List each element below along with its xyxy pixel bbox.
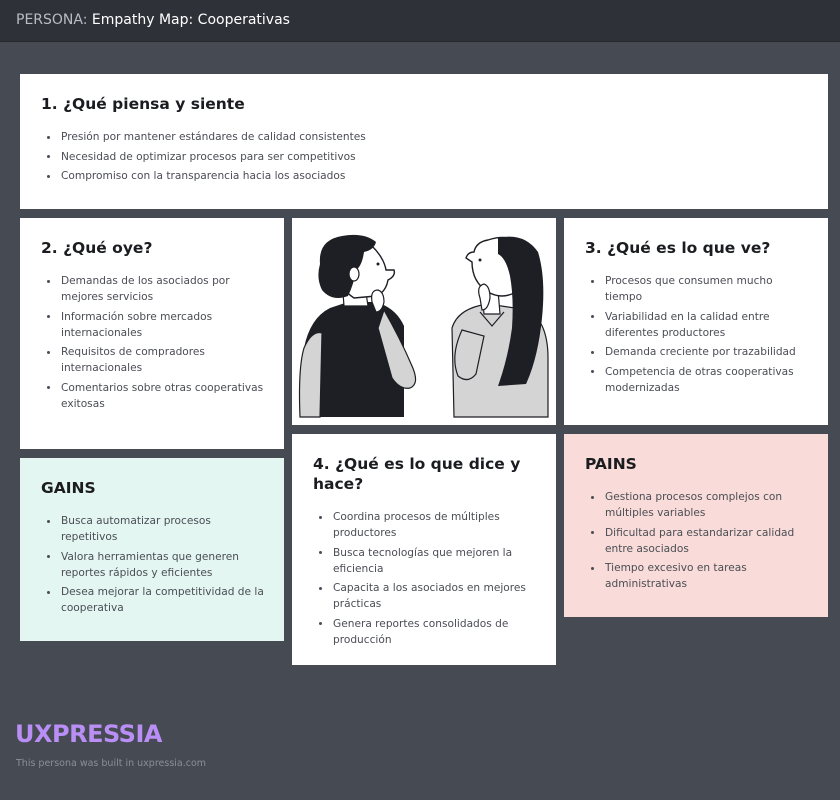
top-bar: PERSONA: Empathy Map: Cooperativas bbox=[0, 0, 840, 42]
card-gains: GAINS Busca automatizar procesos repetit… bbox=[20, 458, 284, 641]
card-title: 1. ¿Qué piensa y siente bbox=[41, 95, 245, 113]
list-item: Compromiso con la transparencia hacia lo… bbox=[41, 168, 808, 184]
card-title: GAINS bbox=[41, 479, 96, 497]
list-item: Genera reportes consolidados de producci… bbox=[313, 616, 536, 648]
list-item: Busca tecnologías que mejoren la eficien… bbox=[313, 545, 536, 577]
list-item: Competencia de otras cooperativas modern… bbox=[585, 364, 808, 396]
list-item: Tiempo excesivo en tareas administrativa… bbox=[585, 560, 808, 592]
list-item: Capacita a los asociados en mejores prác… bbox=[313, 580, 536, 612]
list-item: Demandas de los asociados por mejores se… bbox=[41, 273, 264, 305]
list-item: Necesidad de optimizar procesos para ser… bbox=[41, 149, 808, 165]
list-item: Valora herramientas que generen reportes… bbox=[41, 549, 264, 581]
two-people-thinking-illustration bbox=[298, 234, 549, 418]
card-pains: PAINS Gestiona procesos complejos con mú… bbox=[564, 434, 828, 617]
card-list: Presión por mantener estándares de calid… bbox=[41, 129, 808, 184]
list-item: Busca automatizar procesos repetitivos bbox=[41, 513, 264, 545]
card-list: Demandas de los asociados por mejores se… bbox=[41, 273, 264, 412]
list-item: Presión por mantener estándares de calid… bbox=[41, 129, 808, 145]
list-item: Desea mejorar la competitividad de la co… bbox=[41, 584, 264, 616]
card-list: Procesos que consumen mucho tiempo Varia… bbox=[585, 273, 808, 396]
card-sees: 3. ¿Qué es lo que ve? Procesos que consu… bbox=[564, 218, 828, 425]
uxpressia-logo[interactable]: UXPRESSIA bbox=[15, 720, 162, 748]
card-hears: 2. ¿Qué oye? Demandas de los asociados p… bbox=[20, 218, 284, 449]
persona-title: PERSONA: Empathy Map: Cooperativas bbox=[16, 12, 290, 28]
card-list: Gestiona procesos complejos con múltiple… bbox=[585, 489, 808, 592]
list-item: Variabilidad en la calidad entre diferen… bbox=[585, 309, 808, 341]
list-item: Procesos que consumen mucho tiempo bbox=[585, 273, 808, 305]
list-item: Comentarios sobre otras cooperativas exi… bbox=[41, 380, 264, 412]
list-item: Demanda creciente por trazabilidad bbox=[585, 344, 808, 360]
footer-note: This persona was built in uxpressia.com bbox=[16, 758, 207, 769]
card-illustration bbox=[292, 218, 556, 425]
card-thinks-feels: 1. ¿Qué piensa y siente Presión por mant… bbox=[20, 74, 828, 209]
list-item: Gestiona procesos complejos con múltiple… bbox=[585, 489, 808, 521]
card-title: 2. ¿Qué oye? bbox=[41, 239, 153, 257]
persona-name: Empathy Map: Cooperativas bbox=[91, 12, 290, 28]
card-title: PAINS bbox=[585, 455, 637, 473]
persona-prefix: PERSONA: bbox=[16, 12, 88, 28]
card-list: Coordina procesos de múltiples productor… bbox=[313, 509, 536, 648]
list-item: Requisitos de compradores internacionale… bbox=[41, 344, 264, 376]
card-list: Busca automatizar procesos repetitivos V… bbox=[41, 513, 264, 616]
card-says-does: 4. ¿Qué es lo que dice y hace? Coordina … bbox=[292, 434, 556, 665]
list-item: Dificultad para estandarizar calidad ent… bbox=[585, 525, 808, 557]
list-item: Coordina procesos de múltiples productor… bbox=[313, 509, 536, 541]
list-item: Información sobre mercados internacional… bbox=[41, 309, 264, 341]
card-title: 3. ¿Qué es lo que ve? bbox=[585, 239, 771, 257]
card-title: 4. ¿Qué es lo que dice y hace? bbox=[313, 455, 521, 493]
